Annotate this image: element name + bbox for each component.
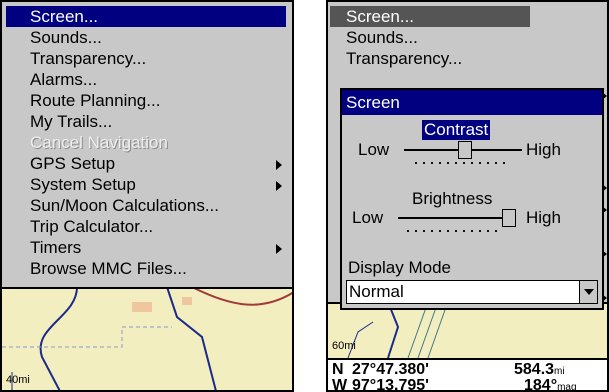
bearing-value: 184° [524,377,558,392]
map-scale-label: 40mi [6,374,30,386]
menu-item-label: Cancel Navigation [30,133,168,152]
menu-item-screen[interactable]: Screen... [6,6,286,27]
map-scale-label: 60mi [332,340,356,352]
menu-item-label: Route Planning... [30,91,161,110]
menu-item-label: GPS Setup [30,154,116,173]
map-background[interactable]: 40mi [2,287,292,390]
menu-item-sounds[interactable]: Sounds... [6,27,286,48]
screen-dialog: Screen Contrast Low High Brightness Low … [340,88,604,310]
contrast-label: Contrast [422,120,491,140]
menu-item-timers[interactable]: Timers [6,237,286,258]
brightness-tick-marks [404,229,500,233]
left-screen: 40mi Screen... Sounds... Transparency...… [0,0,294,392]
display-mode-value: Normal [349,282,404,301]
brightness-slider-thumb[interactable] [502,209,516,227]
menu-item-label: Screen... [30,7,99,26]
dialog-title: Screen [342,90,602,115]
main-menu: Screen... Sounds... Transparency... Alar… [2,2,292,289]
menu-item-browse-mmc[interactable]: Browse MMC Files... [6,258,286,279]
bearing-unit: mag [557,382,577,392]
dropdown-arrow-icon[interactable] [579,281,597,303]
menu-item-sounds[interactable]: Sounds... [330,27,530,48]
menu-item-label: Transparency... [30,49,147,68]
menu-item-label: Alarms... [30,70,98,89]
submenu-arrow-icon [276,244,282,254]
menu-item-route-planning[interactable]: Route Planning... [6,90,286,111]
menu-item-screen[interactable]: Screen... [330,6,530,27]
menu-item-transparency[interactable]: Transparency... [6,48,286,69]
longitude-value: 97°13.795' [352,377,429,392]
submenu-arrow-icon [276,160,282,170]
contrast-low-label: Low [358,140,390,159]
menu-item-cancel-navigation: Cancel Navigation [6,132,286,153]
menu-item-label: Sun/Moon Calculations... [30,196,219,215]
bearing-readout: 184°mag [524,377,577,392]
submenu-arrow-icon [276,181,282,191]
brightness-track[interactable] [398,217,512,219]
menu-item-my-trails[interactable]: My Trails... [6,111,286,132]
position-status-bar: N 27°47.380' W 97°13.795' 584.3mi 184°ma… [328,358,607,392]
menu-item-transparency[interactable]: Transparency... [330,48,530,69]
contrast-slider-thumb[interactable] [458,141,472,159]
map-features [2,287,292,390]
distance-unit: mi [554,366,565,377]
brightness-low-label: Low [352,208,384,227]
menu-item-label: Screen... [346,7,415,26]
menu-item-sun-moon[interactable]: Sun/Moon Calculations... [6,195,286,216]
contrast-high-label: High [526,140,561,159]
menu-item-label: Sounds... [346,28,418,47]
display-mode-select[interactable]: Normal [346,280,598,304]
menu-item-trip-calculator[interactable]: Trip Calculator... [6,216,286,237]
right-screen: 60mi Screen... Sounds... Transparency...… [326,0,609,392]
display-mode-label: Display Mode [348,258,451,277]
menu-item-label: Transparency... [346,49,463,68]
brightness-label: Brightness [412,189,493,208]
menu-item-label: System Setup [30,175,136,194]
menu-item-label: Timers [30,238,82,257]
menu-item-label: Browse MMC Files... [30,259,187,278]
menu-item-system-setup[interactable]: System Setup [6,174,286,195]
menu-item-gps-setup[interactable]: GPS Setup [6,153,286,174]
menu-item-label: Trip Calculator... [30,217,154,236]
map-features [347,302,447,359]
lon-hemisphere: W [332,377,348,392]
menu-item-alarms[interactable]: Alarms... [6,69,286,90]
menu-item-label: My Trails... [30,112,113,131]
menu-item-label: Sounds... [30,28,102,47]
brightness-high-label: High [526,208,561,227]
contrast-tick-marks [412,161,508,165]
distance-value: 584.3 [514,361,555,378]
